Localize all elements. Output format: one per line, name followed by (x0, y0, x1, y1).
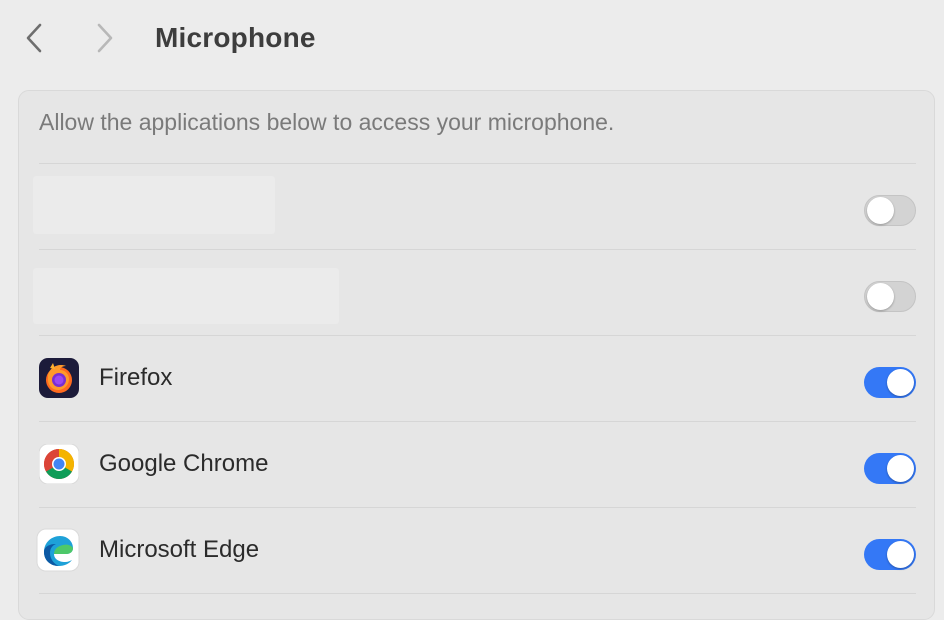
toggle-knob (887, 369, 914, 396)
toggle-knob (867, 197, 894, 224)
chrome-icon (38, 443, 80, 485)
app-row-edge: Microsoft Edge (36, 507, 916, 593)
app-row-firefox: Firefox (39, 335, 916, 421)
app-row-next (39, 593, 916, 613)
panel-description: Allow the applications below to access y… (39, 109, 615, 135)
back-button[interactable] (20, 20, 48, 56)
toggle-knob (887, 455, 914, 482)
redacted-app-info (33, 268, 339, 324)
app-toggle-edge[interactable] (864, 539, 916, 570)
toolbar: Microphone (0, 0, 944, 76)
edge-icon (36, 528, 80, 572)
app-toggle-redacted-2[interactable] (864, 281, 916, 312)
redacted-app-info (33, 176, 275, 234)
app-toggle-chrome[interactable] (864, 453, 916, 484)
chevron-left-icon (26, 23, 42, 53)
microphone-permissions-panel: Allow the applications below to access y… (18, 90, 935, 620)
chevron-right-icon (97, 23, 113, 53)
app-row-chrome: Google Chrome (38, 421, 916, 507)
toggle-knob (867, 283, 894, 310)
app-row-redacted-1 (33, 163, 916, 249)
app-toggle-firefox[interactable] (864, 367, 916, 398)
forward-button[interactable] (91, 20, 119, 56)
app-row-redacted-2 (33, 249, 916, 335)
app-name-firefox: Firefox (99, 364, 173, 391)
page-title: Microphone (155, 22, 316, 53)
firefox-icon (39, 358, 79, 398)
toggle-knob (887, 541, 914, 568)
app-name-edge: Microsoft Edge (99, 536, 260, 563)
app-name-chrome: Google Chrome (99, 450, 269, 477)
app-toggle-redacted-1[interactable] (864, 195, 916, 226)
